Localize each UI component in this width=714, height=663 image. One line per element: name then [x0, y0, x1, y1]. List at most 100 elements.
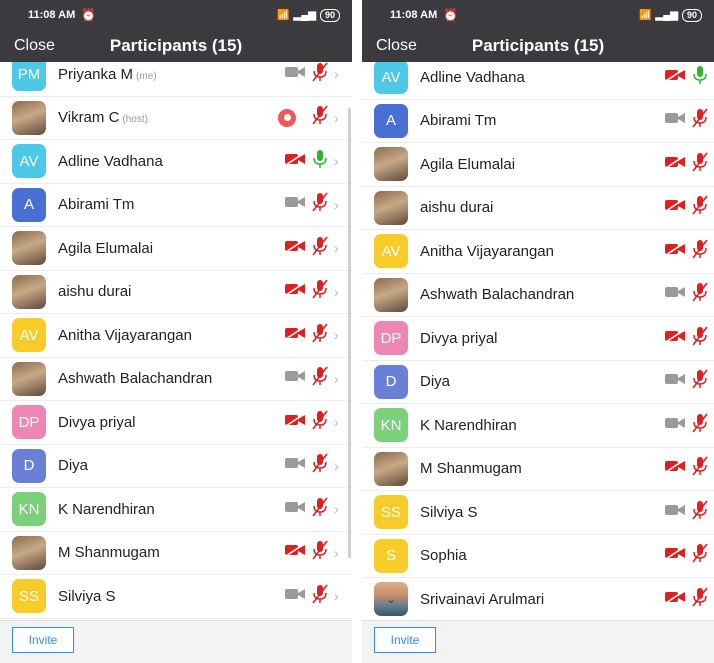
participant-controls — [664, 282, 708, 307]
chevron-right-icon: › — [334, 544, 339, 561]
participant-row[interactable]: M Shanmugam › — [0, 532, 352, 575]
participant-row[interactable]: DP Divya priyal — [362, 317, 714, 361]
avatar: D — [12, 448, 46, 483]
participant-name-text: Abirami Tm — [420, 112, 497, 130]
microphone-muted-icon — [312, 62, 328, 87]
avatar — [12, 361, 46, 396]
participant-row[interactable]: SS Silviya S — [362, 491, 714, 535]
participant-name: Vikram C (host) — [58, 109, 148, 126]
microphone-muted-icon — [692, 152, 708, 177]
participant-row[interactable]: KN K Narendhiran — [362, 404, 714, 448]
microphone-muted-icon — [692, 413, 708, 438]
participant-row[interactable]: Agila Elumalai › — [0, 227, 352, 271]
microphone-muted-icon — [692, 108, 708, 133]
participant-name: Diya — [58, 457, 88, 474]
scrollbar[interactable] — [348, 108, 351, 558]
chevron-right-icon: › — [334, 588, 339, 605]
video-camera-icon — [284, 369, 306, 388]
video-camera-icon — [284, 65, 306, 84]
participant-row[interactable]: S Sophia — [362, 535, 714, 578]
avatar: DP — [12, 405, 46, 440]
chevron-right-icon: › — [334, 501, 339, 518]
participant-row[interactable]: AV Adline Vadhana — [362, 62, 714, 100]
participant-list[interactable]: PM Priyanka M (me) › Vikram C (host) › AV Adline… — [0, 62, 352, 621]
avatar — [12, 100, 46, 135]
participant-controls: › — [284, 62, 342, 87]
avatar: SS — [374, 495, 408, 530]
participant-row[interactable]: aishu durai — [362, 187, 714, 230]
participant-row[interactable]: aishu durai › — [0, 271, 352, 314]
participant-name: Divya priyal — [420, 330, 498, 347]
header-bar: Close Participants (15) — [362, 30, 714, 62]
microphone-muted-icon — [312, 366, 328, 391]
video-off-icon — [664, 329, 686, 348]
close-button[interactable]: Close — [14, 37, 55, 55]
participant-row[interactable]: Vikram C (host) › — [0, 97, 352, 140]
participant-name: K Narendhiran — [420, 417, 517, 434]
avatar: A — [374, 103, 408, 138]
participant-row[interactable]: DP Divya priyal › — [0, 401, 352, 445]
invite-button[interactable]: Invite — [12, 627, 74, 653]
participant-row[interactable]: AV Adline Vadhana › — [0, 140, 352, 184]
participant-name: aishu durai — [420, 199, 493, 216]
participant-name: Adline Vadhana — [58, 153, 163, 170]
participant-name-text: Anitha Vijayarangan — [58, 326, 192, 344]
video-off-icon — [284, 413, 306, 432]
participant-name: Silviya S — [58, 588, 116, 605]
participant-row[interactable]: A Abirami Tm › — [0, 184, 352, 227]
participant-name-text: Agila Elumalai — [58, 239, 154, 257]
microphone-muted-icon — [692, 500, 708, 525]
participant-name-text: aishu durai — [420, 199, 494, 217]
video-camera-icon — [664, 503, 686, 522]
participant-list[interactable]: AV Adline Vadhana A Abirami Tm Agila Elumala… — [362, 62, 714, 621]
participant-row[interactable]: ⌄ Srivainavi Arulmari — [362, 578, 714, 621]
participant-controls: › — [284, 453, 342, 478]
microphone-muted-icon — [312, 540, 328, 565]
participant-controls: › — [312, 105, 342, 130]
participant-controls: › — [284, 323, 342, 348]
close-button[interactable]: Close — [376, 37, 417, 55]
participant-row[interactable]: D Diya › — [0, 445, 352, 488]
participant-name-text: M Shanmugam — [420, 460, 522, 478]
video-off-icon — [284, 239, 306, 258]
participant-name: Sophia — [420, 547, 467, 564]
video-off-icon — [284, 282, 306, 301]
participant-name-text: Divya priyal — [420, 329, 498, 347]
participant-row[interactable]: KN K Narendhiran › — [0, 488, 352, 532]
recording-icon — [278, 108, 296, 127]
avatar: KN — [12, 492, 46, 527]
participant-row[interactable]: SS Silviya S › — [0, 575, 352, 619]
footer-bar: Invite — [0, 620, 352, 663]
status-bar: 11:08 AM ⏰ 📶 ▂▄▆ 90 — [0, 0, 352, 30]
participant-row[interactable]: AV Anitha Vijayarangan — [362, 230, 714, 274]
invite-button[interactable]: Invite — [374, 627, 436, 653]
participant-controls: › — [284, 149, 342, 174]
participant-role-tag: (host) — [122, 114, 148, 126]
battery-indicator: 90 — [681, 8, 702, 22]
participant-row[interactable]: D Diya — [362, 361, 714, 404]
chevron-right-icon: › — [334, 153, 339, 170]
microphone-muted-icon — [692, 282, 708, 307]
participant-role-tag: (me) — [136, 70, 157, 82]
video-off-icon — [664, 242, 686, 261]
participant-row[interactable]: M Shanmugam — [362, 448, 714, 491]
participant-controls — [664, 543, 708, 568]
video-off-icon — [664, 155, 686, 174]
participant-name: Diya — [420, 373, 450, 390]
participant-controls: › — [284, 584, 342, 609]
participant-row[interactable]: AV Anitha Vijayarangan › — [0, 314, 352, 358]
participant-name: Divya priyal — [58, 414, 136, 431]
participant-row[interactable]: Ashwath Balachandran › — [0, 358, 352, 401]
participant-controls — [664, 456, 708, 481]
participant-row[interactable]: PM Priyanka M (me) › — [0, 62, 352, 97]
avatar: AV — [12, 144, 46, 179]
avatar: SS — [12, 579, 46, 614]
microphone-muted-icon — [312, 105, 328, 130]
video-off-icon — [664, 198, 686, 217]
microphone-muted-icon — [312, 410, 328, 435]
chevron-right-icon: › — [334, 66, 339, 83]
participant-row[interactable]: Agila Elumalai — [362, 143, 714, 187]
participant-row[interactable]: A Abirami Tm — [362, 100, 714, 143]
participant-row[interactable]: Ashwath Balachandran — [362, 274, 714, 317]
microphone-muted-icon — [312, 279, 328, 304]
